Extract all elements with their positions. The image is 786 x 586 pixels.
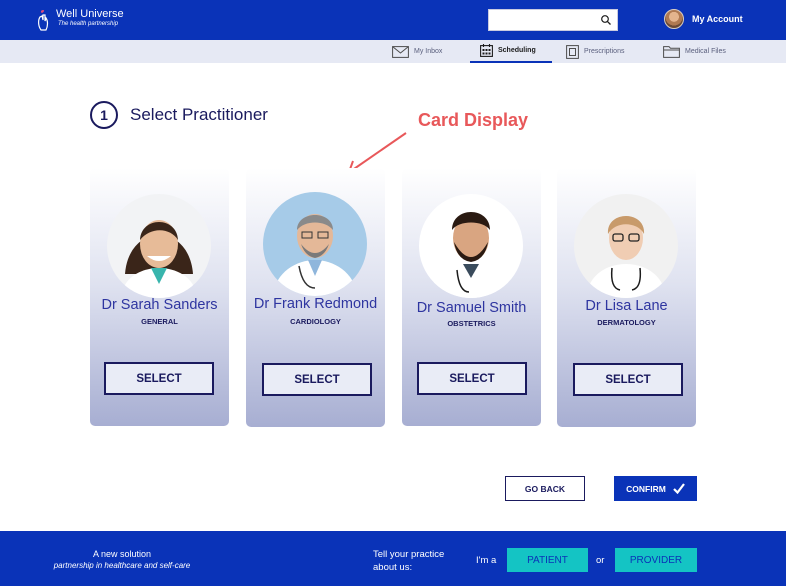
footer-tagline-subtitle: partnership in healthcare and self-care — [53, 561, 191, 570]
practitioner-name: Dr Sarah Sanders — [101, 297, 218, 313]
brand-tagline: The health partnership — [58, 21, 119, 27]
footer: A new solution partnership in healthcare… — [0, 531, 786, 586]
prescription-icon — [566, 44, 579, 59]
practitioner-photo — [419, 194, 523, 298]
confirm-button[interactable]: CONFIRM — [614, 476, 697, 501]
practitioner-card-frank-redmond[interactable]: Dr Frank Redmond CARDIOLOGY SELECT — [246, 168, 385, 427]
search-input[interactable] — [493, 13, 593, 27]
select-button[interactable]: SELECT — [417, 362, 527, 395]
footer-or: or — [596, 555, 605, 566]
tab-scheduling[interactable]: Scheduling — [470, 40, 552, 63]
select-button[interactable]: SELECT — [573, 363, 683, 396]
tab-label: Medical Files — [685, 48, 726, 55]
brand-logo[interactable]: Well Universe The health partnership — [36, 8, 124, 32]
card-display-annotation: Card Display — [418, 110, 529, 130]
practitioner-card-sarah-sanders[interactable]: Dr Sarah Sanders GENERAL SELECT — [90, 168, 229, 426]
brand-name: Well Universe — [56, 8, 124, 20]
confirm-label: CONFIRM — [626, 483, 666, 494]
go-back-button[interactable]: GO BACK — [505, 476, 585, 501]
step-heading: 1 Select Practitioner — [90, 101, 268, 129]
select-button[interactable]: SELECT — [262, 363, 372, 396]
practitioner-specialty: DERMATOLOGY — [597, 318, 656, 327]
footer-im-a: I'm a — [476, 555, 497, 566]
practitioner-specialty: GENERAL — [141, 317, 178, 326]
tab-my-inbox[interactable]: My Inbox — [392, 40, 442, 63]
patient-button[interactable]: PATIENT — [507, 548, 588, 572]
search-box[interactable] — [488, 9, 618, 31]
logo-hand-icon — [38, 10, 49, 31]
provider-button[interactable]: PROVIDER — [615, 548, 697, 572]
tab-label: Prescriptions — [584, 48, 625, 55]
step-number: 1 — [90, 101, 118, 129]
top-header: Well Universe The health partnership My … — [0, 0, 786, 40]
practitioner-name: Dr Lisa Lane — [585, 298, 668, 314]
tab-label: Scheduling — [498, 47, 536, 54]
practitioner-card-samuel-smith[interactable]: Dr Samuel Smith OBSTETRICS SELECT — [402, 168, 541, 426]
tab-label: My Inbox — [414, 48, 443, 55]
practitioner-photo — [574, 194, 678, 298]
checkmark-icon — [673, 483, 685, 494]
practitioner-specialty: CARDIOLOGY — [290, 317, 341, 326]
footer-tagline-title: A new solution — [92, 549, 152, 559]
folder-icon — [663, 46, 680, 58]
practitioner-name: Dr Samuel Smith — [416, 300, 527, 316]
main-nav: My Inbox Scheduling Prescriptions Medica… — [0, 40, 786, 63]
page-title: Select Practitioner — [130, 105, 268, 124]
practitioner-card-lisa-lane[interactable]: Dr Lisa Lane DERMATOLOGY SELECT — [557, 168, 696, 427]
select-button[interactable]: SELECT — [104, 362, 214, 395]
footer-question-cont: about us: — [373, 562, 413, 573]
practitioner-name: Dr Frank Redmond — [253, 296, 378, 312]
practitioner-photo — [263, 192, 367, 296]
footer-question: Tell your practice — [373, 549, 445, 560]
practitioner-specialty: OBSTETRICS — [447, 319, 496, 328]
tab-prescriptions[interactable]: Prescriptions — [566, 40, 624, 63]
account-label[interactable]: My Account — [692, 14, 743, 24]
envelope-icon — [392, 45, 409, 58]
practitioner-photo — [107, 194, 211, 298]
search-icon[interactable] — [600, 14, 612, 26]
calendar-icon — [480, 44, 493, 57]
tab-medical-files[interactable]: Medical Files — [663, 40, 726, 63]
account-menu[interactable]: My Account — [664, 9, 743, 29]
avatar[interactable] — [664, 9, 684, 29]
